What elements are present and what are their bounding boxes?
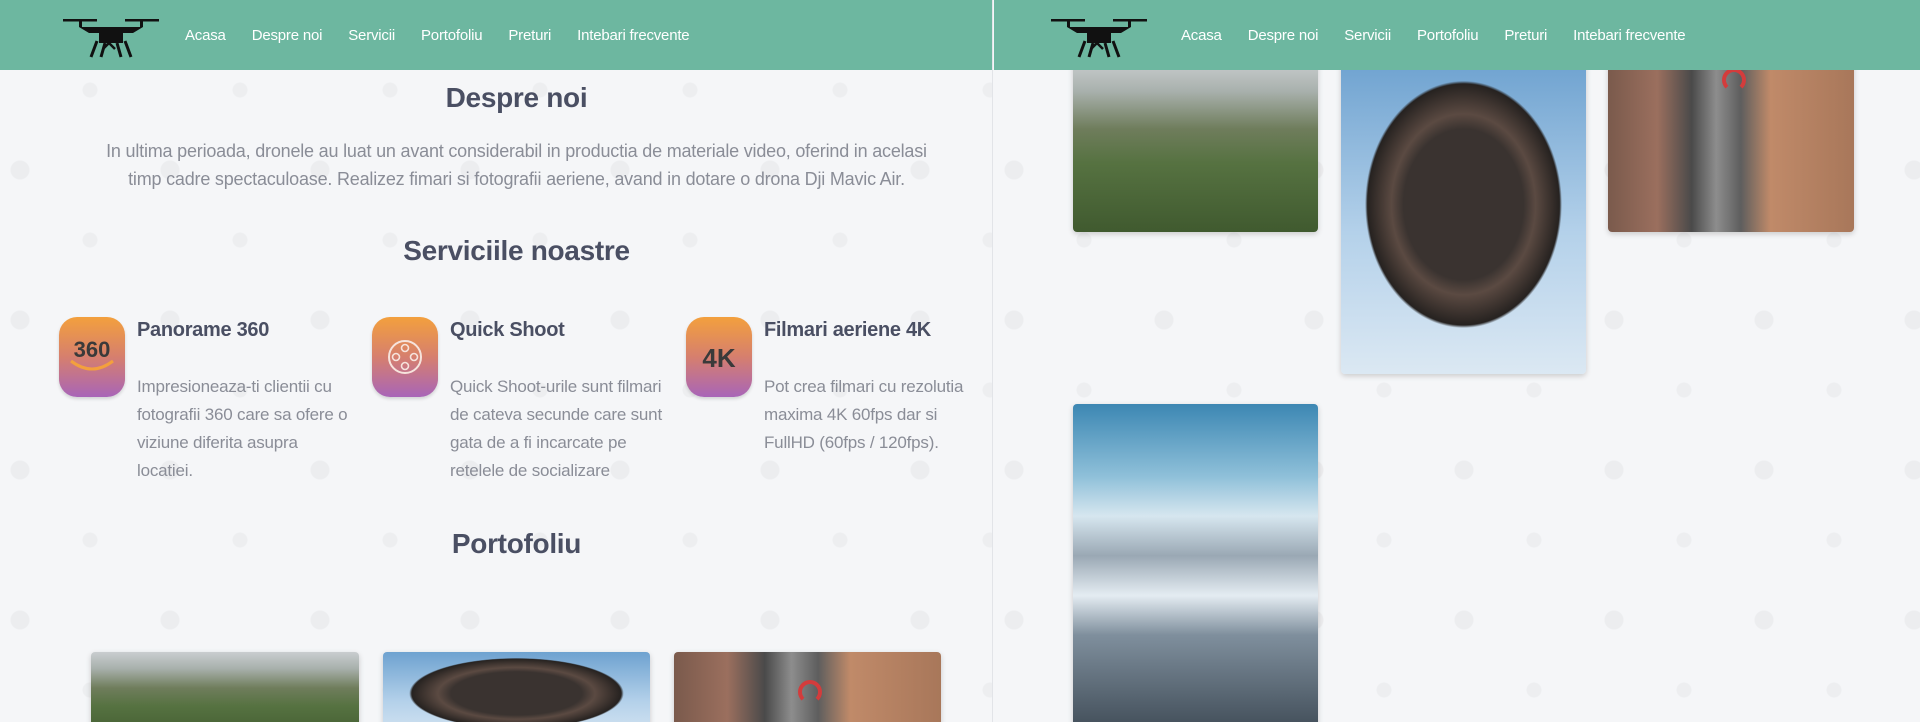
nav-servicii[interactable]: Servicii bbox=[1331, 27, 1404, 44]
svg-text:4K: 4K bbox=[702, 343, 735, 373]
portfolio-photo-snowy-valley[interactable] bbox=[1073, 404, 1318, 722]
nav-acasa[interactable]: Acasa bbox=[172, 27, 239, 44]
drone-logo[interactable] bbox=[1044, 7, 1154, 63]
red-arc-shape bbox=[798, 680, 822, 704]
drone-icon bbox=[1051, 19, 1147, 58]
nav-despre-noi[interactable]: Despre noi bbox=[1235, 27, 1332, 44]
portfolio-photo-tiny-planet[interactable] bbox=[383, 652, 650, 722]
drone-logo[interactable] bbox=[56, 7, 166, 63]
service-text: Pot crea filmari cu rezolutia maxima 4K … bbox=[764, 377, 964, 452]
service-panorama: 360 Panorame 360 Impresioneaza-ti client… bbox=[59, 317, 359, 507]
portfolio-photo-tiny-planet[interactable] bbox=[1341, 60, 1586, 374]
drone-icon bbox=[63, 19, 159, 58]
portfolio-photo-street[interactable] bbox=[1608, 60, 1854, 232]
service-title: Filmari aeriene 4K bbox=[764, 319, 931, 341]
nav-preturi[interactable]: Preturi bbox=[495, 27, 564, 44]
about-text: In ultima perioada, dronele au luat un a… bbox=[106, 141, 927, 189]
nav-acasa[interactable]: Acasa bbox=[1168, 27, 1235, 44]
service-quick-shoot: Quick Shoot Quick Shoot-urile sunt filma… bbox=[372, 317, 672, 507]
service-text: Quick Shoot-urile sunt filmari de cateva… bbox=[450, 377, 662, 480]
services-title: Serviciile noastre bbox=[403, 235, 630, 266]
svg-text:360: 360 bbox=[74, 337, 111, 362]
nav-despre-noi[interactable]: Despre noi bbox=[239, 27, 336, 44]
portfolio-title: Portofoliu bbox=[451, 528, 582, 559]
nav-portofoliu[interactable]: Portofoliu bbox=[1404, 27, 1491, 44]
service-text: Impresioneaza-ti clientii cu fotografii … bbox=[137, 377, 348, 480]
portfolio-photo-mountain-road[interactable] bbox=[91, 652, 359, 722]
nav-intrebari[interactable]: Intebari frecvente bbox=[564, 27, 702, 44]
red-arc-shape bbox=[1722, 68, 1746, 92]
4k-icon: 4K bbox=[686, 317, 752, 397]
service-4k: 4K Filmari aeriene 4K Pot crea filmari c… bbox=[686, 317, 986, 507]
nav-preturi[interactable]: Preturi bbox=[1491, 27, 1560, 44]
page-view-top: Acasa Despre noi Servicii Portofoliu Pre… bbox=[0, 0, 993, 722]
portfolio-photo-mountain-road[interactable] bbox=[1073, 60, 1318, 232]
nav-servicii[interactable]: Servicii bbox=[335, 27, 408, 44]
nav-intrebari[interactable]: Intebari frecvente bbox=[1560, 27, 1698, 44]
nav-portofoliu[interactable]: Portofoliu bbox=[408, 27, 495, 44]
navbar: Acasa Despre noi Servicii Portofoliu Pre… bbox=[0, 0, 992, 70]
portfolio-photo-street[interactable] bbox=[674, 652, 941, 722]
service-title: Quick Shoot bbox=[450, 319, 565, 341]
service-title: Panorame 360 bbox=[137, 319, 270, 341]
about-title: Despre noi bbox=[445, 82, 588, 113]
navbar: Acasa Despre noi Servicii Portofoliu Pre… bbox=[994, 0, 1920, 70]
page-view-portfolio: Acasa Despre noi Servicii Portofoliu Pre… bbox=[994, 0, 1920, 722]
film-reel-icon bbox=[372, 317, 438, 397]
panorama-360-icon: 360 bbox=[59, 317, 125, 397]
